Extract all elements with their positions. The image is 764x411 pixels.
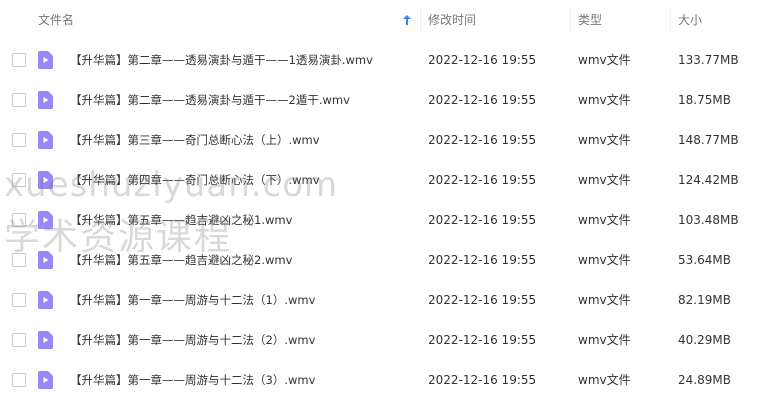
video-file-icon bbox=[38, 331, 53, 349]
file-size: 24.89MB bbox=[678, 373, 731, 387]
row-checkbox[interactable] bbox=[12, 173, 26, 187]
column-header: 文件名 修改时间 类型 大小 bbox=[0, 0, 764, 40]
file-size: 103.48MB bbox=[678, 213, 739, 227]
file-size: 82.19MB bbox=[678, 293, 731, 307]
file-type: wmv文件 bbox=[578, 53, 631, 67]
file-row[interactable]: 【升华篇】第一章——周游与十二法（1）.wmv 2022-12-16 19:55 w… bbox=[0, 280, 764, 320]
file-type: wmv文件 bbox=[578, 293, 631, 307]
file-row[interactable]: 【升华篇】第三章——奇门总断心法（上）.wmv 2022-12-16 19:55 w… bbox=[0, 120, 764, 160]
video-file-icon bbox=[38, 251, 53, 269]
file-size: 148.77MB bbox=[678, 133, 739, 147]
row-checkbox[interactable] bbox=[12, 93, 26, 107]
file-row[interactable]: 【升华篇】第一章——周游与十二法（3）.wmv 2022-12-16 19:55 w… bbox=[0, 360, 764, 400]
file-type: wmv文件 bbox=[578, 133, 631, 147]
file-name[interactable]: 【升华篇】第三章——奇门总断心法（上）.wmv bbox=[70, 120, 320, 160]
file-name[interactable]: 【升华篇】第五章——趋吉避凶之秘1.wmv bbox=[70, 200, 292, 240]
video-file-icon bbox=[38, 291, 53, 309]
row-checkbox[interactable] bbox=[12, 333, 26, 347]
column-type-header[interactable]: 类型 bbox=[578, 0, 602, 40]
column-size-header[interactable]: 大小 bbox=[678, 0, 702, 40]
file-size: 40.29MB bbox=[678, 333, 731, 347]
file-row[interactable]: 【升华篇】第二章——透易演卦与遁干——2遁干.wmv 2022-12-16 19:… bbox=[0, 80, 764, 120]
file-type: wmv文件 bbox=[578, 373, 631, 387]
column-time-header[interactable]: 修改时间 bbox=[428, 0, 476, 40]
file-type: wmv文件 bbox=[578, 93, 631, 107]
file-row[interactable]: 【升华篇】第一章——周游与十二法（2）.wmv 2022-12-16 19:55 w… bbox=[0, 320, 764, 360]
column-divider[interactable] bbox=[670, 8, 671, 32]
file-row[interactable]: 【升华篇】第五章——趋吉避凶之秘2.wmv 2022-12-16 19:55 wmv… bbox=[0, 240, 764, 280]
file-name[interactable]: 【升华篇】第五章——趋吉避凶之秘2.wmv bbox=[70, 240, 292, 280]
column-divider[interactable] bbox=[570, 8, 571, 32]
file-modified-time: 2022-12-16 19:55 bbox=[428, 173, 537, 187]
file-size: 18.75MB bbox=[678, 93, 731, 107]
file-rows: 【升华篇】第二章——透易演卦与遁干——1透易演卦.wmv 2022-12-16 1… bbox=[0, 40, 764, 400]
file-type: wmv文件 bbox=[578, 213, 631, 227]
file-type: wmv文件 bbox=[578, 333, 631, 347]
file-size: 53.64MB bbox=[678, 253, 731, 267]
video-file-icon bbox=[38, 51, 53, 69]
file-size: 133.77MB bbox=[678, 53, 739, 67]
file-name[interactable]: 【升华篇】第一章——周游与十二法（2）.wmv bbox=[70, 320, 315, 360]
file-name[interactable]: 【升华篇】第四章——奇门总断心法（下）.wmv bbox=[70, 160, 320, 200]
row-checkbox[interactable] bbox=[12, 133, 26, 147]
file-modified-time: 2022-12-16 19:55 bbox=[428, 213, 537, 227]
file-modified-time: 2022-12-16 19:55 bbox=[428, 133, 537, 147]
file-row[interactable]: 【升华篇】第五章——趋吉避凶之秘1.wmv 2022-12-16 19:55 wmv… bbox=[0, 200, 764, 240]
video-file-icon bbox=[38, 211, 53, 229]
file-size: 124.42MB bbox=[678, 173, 739, 187]
row-checkbox[interactable] bbox=[12, 293, 26, 307]
row-checkbox[interactable] bbox=[12, 213, 26, 227]
file-type: wmv文件 bbox=[578, 253, 631, 267]
video-file-icon bbox=[38, 171, 53, 189]
file-modified-time: 2022-12-16 19:55 bbox=[428, 373, 537, 387]
file-modified-time: 2022-12-16 19:55 bbox=[428, 93, 537, 107]
file-name[interactable]: 【升华篇】第一章——周游与十二法（3）.wmv bbox=[70, 360, 315, 400]
column-name-header[interactable]: 文件名 bbox=[38, 0, 74, 40]
row-checkbox[interactable] bbox=[12, 373, 26, 387]
sort-ascending-icon[interactable] bbox=[402, 14, 412, 26]
file-name[interactable]: 【升华篇】第一章——周游与十二法（1）.wmv bbox=[70, 280, 315, 320]
file-name[interactable]: 【升华篇】第二章——透易演卦与遁干——1透易演卦.wmv bbox=[70, 40, 373, 80]
file-name[interactable]: 【升华篇】第二章——透易演卦与遁干——2遁干.wmv bbox=[70, 80, 350, 120]
file-modified-time: 2022-12-16 19:55 bbox=[428, 53, 537, 67]
column-divider[interactable] bbox=[420, 8, 421, 32]
row-checkbox[interactable] bbox=[12, 253, 26, 267]
file-modified-time: 2022-12-16 19:55 bbox=[428, 253, 537, 267]
video-file-icon bbox=[38, 371, 53, 389]
file-row[interactable]: 【升华篇】第四章——奇门总断心法（下）.wmv 2022-12-16 19:55 w… bbox=[0, 160, 764, 200]
file-modified-time: 2022-12-16 19:55 bbox=[428, 293, 537, 307]
file-row[interactable]: 【升华篇】第二章——透易演卦与遁干——1透易演卦.wmv 2022-12-16 1… bbox=[0, 40, 764, 80]
file-type: wmv文件 bbox=[578, 173, 631, 187]
file-modified-time: 2022-12-16 19:55 bbox=[428, 333, 537, 347]
file-list: 文件名 修改时间 类型 大小 【升华篇】第二章——透易演卦与遁干——1透易演卦.… bbox=[0, 0, 764, 411]
video-file-icon bbox=[38, 91, 53, 109]
video-file-icon bbox=[38, 131, 53, 149]
row-checkbox[interactable] bbox=[12, 53, 26, 67]
